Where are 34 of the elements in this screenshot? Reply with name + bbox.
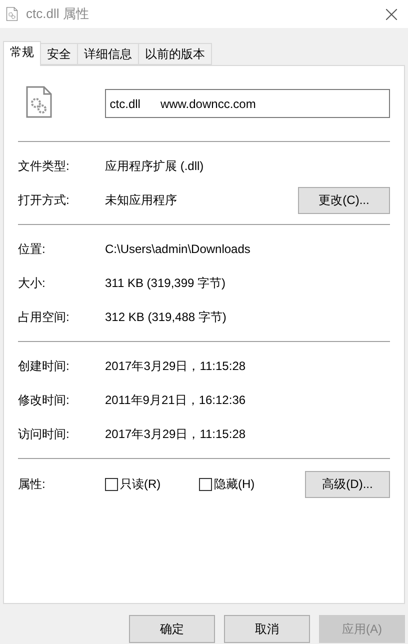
tab[interactable]: 详细信息	[77, 43, 139, 65]
field-label: 访问时间:	[18, 426, 70, 443]
field-value: 未知应用程序	[105, 192, 178, 209]
field-label: 修改时间:	[18, 392, 70, 409]
field-value: 2017年3月29日，11:15:28	[105, 358, 247, 375]
field-label: 文件类型:	[18, 158, 70, 175]
button[interactable]: 高级(D)...	[305, 470, 390, 498]
field-label: 属性:	[18, 476, 46, 493]
button[interactable]: 更改(C)...	[298, 186, 390, 214]
checkbox[interactable]	[199, 478, 212, 490]
file-icon	[26, 86, 52, 118]
field-label: 打开方式:	[18, 192, 70, 209]
file-name-field[interactable]: ctc.dll www.downcc.com	[104, 89, 390, 118]
tab[interactable]: 常规	[3, 41, 41, 66]
field-label: 位置:	[18, 241, 46, 258]
window-title: ctc.dll 属性	[26, 5, 89, 24]
field-value: 311 KB (319,399 字节)	[105, 275, 227, 292]
field-label: 占用空间:	[18, 309, 70, 326]
dialog-button[interactable]: 取消	[224, 615, 310, 643]
checkbox-label[interactable]: 隐藏(H)	[214, 475, 255, 493]
field-value: 2011年9月21日，16:12:36	[105, 392, 247, 409]
close-icon[interactable]	[386, 8, 397, 20]
field-value: 312 KB (319,488 字节)	[105, 309, 228, 326]
field-value: 应用程序扩展 (.dll)	[105, 158, 205, 175]
field-label: 大小:	[18, 275, 46, 292]
file-icon	[6, 7, 18, 21]
checkbox-label[interactable]: 只读(R)	[120, 475, 161, 493]
tab[interactable]: 以前的版本	[138, 43, 212, 65]
field-value: 2017年3月29日，11:15:28	[105, 426, 247, 443]
dialog-button[interactable]: 确定	[129, 615, 215, 643]
tab[interactable]: 安全	[40, 43, 78, 65]
field-label: 创建时间:	[18, 358, 70, 375]
checkbox[interactable]	[105, 478, 118, 490]
field-value: C:\Users\admin\Downloads	[105, 241, 252, 258]
